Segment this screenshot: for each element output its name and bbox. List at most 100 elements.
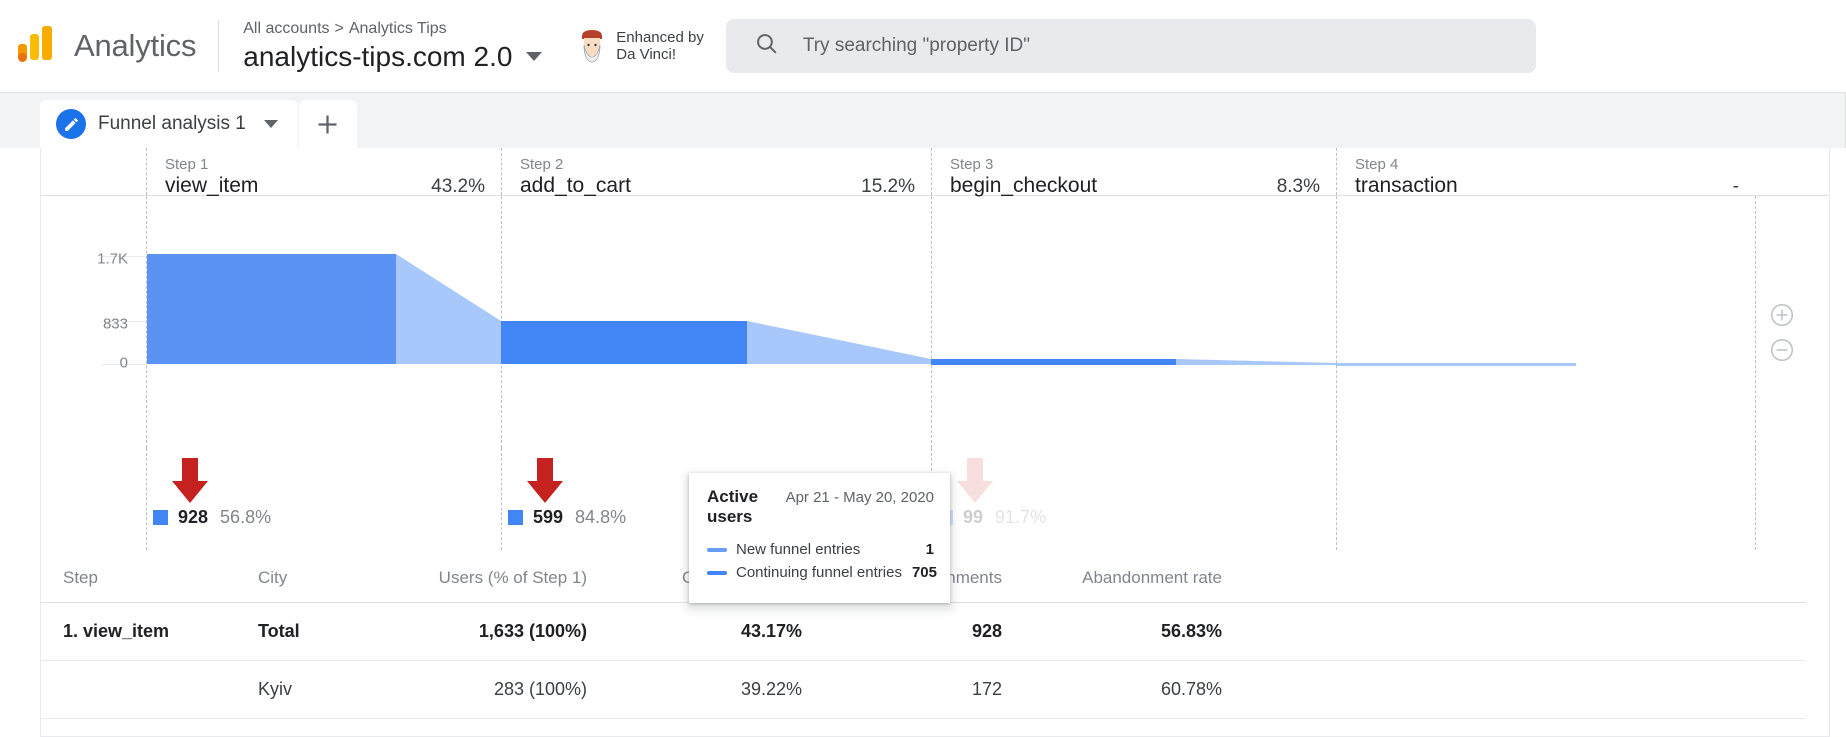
funnel-step-header-3: Step 3 begin_checkout 8.3% [931, 148, 1336, 197]
table-row[interactable]: 1. view_item Total 1,633 (100%) 43.17% 9… [41, 602, 1806, 661]
abandonment-count: 99 [963, 507, 984, 527]
tooltip-series-value: 1 [925, 541, 934, 558]
funnel-transition-2-3 [747, 321, 931, 364]
col-header-step[interactable]: Step [41, 552, 236, 603]
step-completion-rate: 15.2% [861, 176, 915, 197]
cell-filler [1246, 602, 1806, 661]
edit-pencil-icon[interactable] [56, 109, 86, 139]
cell-step [41, 660, 236, 719]
funnel-plot-area [146, 196, 1829, 448]
report-tab-strip: Funnel analysis 1 [0, 92, 1846, 148]
cell-step: 1. view_item [41, 602, 236, 661]
funnel-chart: 1.7K 833 0 [41, 196, 1829, 448]
chart-tooltip: Active users Apr 21 - May 20, 2020 New f… [689, 473, 950, 603]
cell-completion-rate: 41.1% [611, 718, 826, 736]
col-header-filler [1246, 552, 1806, 603]
funnel-right-edge [1755, 448, 1774, 550]
search-icon [754, 31, 779, 61]
abandonment-legend: 599 84.8% [508, 507, 626, 528]
step-event-name: add_to_cart [520, 174, 631, 197]
cell-users: 1,633 (100%) [396, 602, 611, 661]
zoom-out-icon[interactable] [1769, 337, 1795, 368]
y-tick-label: 833 [102, 315, 128, 333]
zoom-in-icon[interactable] [1769, 302, 1795, 333]
cell-abandonments: 43 [826, 718, 1026, 736]
search-input[interactable] [800, 34, 1536, 58]
funnel-step-header-1: Step 1 view_item 43.2% [146, 148, 501, 197]
cell-abandonment-rate: 60.78% [1026, 660, 1246, 719]
abandonment-rate: 84.8% [575, 507, 627, 527]
funnel-transition-3-4 [1176, 359, 1336, 365]
cell-step [41, 718, 236, 736]
chevron-down-icon[interactable] [263, 120, 278, 128]
abandonment-arrow-icon [524, 458, 566, 509]
step-index-label: Step 3 [950, 156, 994, 173]
account-selector[interactable]: All accounts > Analytics Tips analytics-ti… [243, 20, 543, 73]
app-title: Analytics [74, 28, 197, 63]
add-tab-button[interactable] [298, 100, 357, 148]
breadcrumb[interactable]: All accounts > Analytics Tips [243, 20, 543, 38]
step-completion-rate: 43.2% [431, 176, 485, 197]
tooltip-date-range: Apr 21 - May 20, 2020 [785, 489, 934, 506]
abandonment-cell-step-1: 928 56.8% [146, 448, 501, 550]
y-tick-label: 0 [119, 354, 128, 372]
step-index-label: Step 2 [520, 156, 564, 173]
step-index-label: Step 4 [1355, 156, 1399, 173]
tab-label: Funnel analysis 1 [98, 113, 246, 134]
cell-abandonment-rate: 56.83% [1026, 602, 1246, 661]
legend-line-icon [707, 547, 727, 552]
abandonment-rate: 56.8% [220, 507, 272, 527]
step-completion-rate: 8.3% [1276, 176, 1320, 197]
davinci-avatar-icon [575, 27, 609, 65]
abandonment-legend: 928 56.8% [153, 507, 271, 528]
abandonment-rate: 91.7% [995, 507, 1047, 527]
cell-users: 73 (100%) [396, 718, 611, 736]
step-event-name: view_item [165, 174, 259, 197]
chart-zoom-controls[interactable] [1769, 302, 1795, 372]
abandonment-arrow-icon [954, 458, 996, 509]
tooltip-series-label: New funnel entries [736, 541, 861, 558]
abandonment-count: 599 [533, 507, 564, 527]
tab-funnel-analysis-1[interactable]: Funnel analysis 1 [40, 100, 298, 148]
top-app-bar: Analytics All accounts > Analytics Tips an… [0, 0, 1846, 92]
plus-icon [318, 115, 337, 133]
cell-filler [1246, 660, 1806, 719]
cell-completion-rate: 43.17% [611, 602, 826, 661]
funnel-shape-layer [147, 254, 1576, 366]
breadcrumb-all-accounts[interactable]: All accounts [243, 20, 329, 37]
legend-color-swatch [508, 510, 523, 525]
chevron-down-icon[interactable] [526, 52, 543, 61]
funnel-transition-1-2 [396, 254, 501, 364]
funnel-step-header-row: Step 1 view_item 43.2% Step 2 add_to_car… [41, 148, 1829, 197]
davinci-line-1: Enhanced by [616, 29, 704, 46]
cell-abandonments: 928 [826, 602, 1026, 661]
abandonment-cell-step-3: 99 91.7% [931, 448, 1336, 550]
abandonment-cell-step-4 [1336, 448, 1755, 550]
header-divider [218, 20, 220, 72]
step-completion-rate: - [1732, 176, 1739, 197]
funnel-bar-step-3 [931, 359, 1176, 365]
table-row[interactable]: Kharkiv 73 (100%) 41.1% 43 58.9% [41, 718, 1806, 736]
property-row[interactable]: analytics-tips.com 2.0 [243, 41, 543, 73]
cell-filler [1246, 718, 1806, 736]
legend-color-swatch [153, 510, 168, 525]
funnel-report-card: Step 1 view_item 43.2% Step 2 add_to_car… [40, 148, 1830, 737]
y-axis: 1.7K 833 0 [41, 196, 146, 448]
funnel-step-header-2: Step 2 add_to_cart 15.2% [501, 148, 931, 197]
breadcrumb-account-name[interactable]: Analytics Tips [349, 20, 447, 37]
col-header-users[interactable]: Users (% of Step 1) [396, 552, 611, 603]
legend-line-icon [707, 570, 727, 575]
global-search-bar[interactable] [725, 19, 1536, 73]
breadcrumb-separator: > [334, 19, 344, 37]
cell-abandonment-rate: 58.9% [1026, 718, 1246, 736]
step-event-name: begin_checkout [950, 174, 1098, 197]
col-header-city[interactable]: City [236, 552, 396, 603]
funnel-step-header-4: Step 4 transaction - [1336, 148, 1755, 197]
col-header-abandonment-rate[interactable]: Abandonment rate [1026, 552, 1246, 603]
table-row[interactable]: Kyiv 283 (100%) 39.22% 172 60.78% [41, 660, 1806, 719]
step-index-label: Step 1 [165, 156, 209, 173]
cell-city: Kharkiv [236, 718, 396, 736]
cell-abandonments: 172 [826, 660, 1026, 719]
funnel-bar-step-1 [147, 254, 396, 364]
cell-completion-rate: 39.22% [611, 660, 826, 719]
